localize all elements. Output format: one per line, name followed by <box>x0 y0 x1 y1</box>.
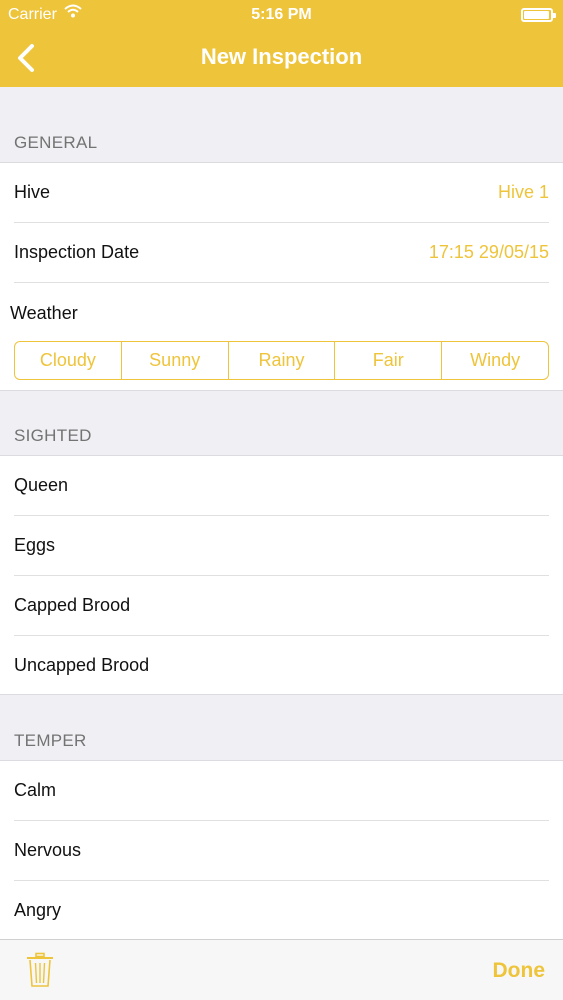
section-header-sighted: SIGHTED <box>14 426 92 445</box>
section-header-general: GENERAL <box>14 133 98 152</box>
sighted-item-uncapped-brood[interactable]: Uncapped Brood <box>0 636 563 696</box>
list-item-label: Uncapped Brood <box>14 655 150 675</box>
delete-button[interactable] <box>26 952 54 988</box>
list-item-label: Angry <box>14 900 62 920</box>
hive-label: Hive <box>14 182 51 202</box>
weather-option-rainy[interactable]: Rainy <box>227 342 335 379</box>
temper-item-angry[interactable]: Angry <box>0 881 563 941</box>
weather-label: Weather <box>10 303 78 323</box>
list-item-label: Nervous <box>14 840 82 860</box>
section-header-temper: TEMPER <box>14 731 87 750</box>
trash-icon <box>27 952 53 987</box>
inspection-date-value: 17:15 29/05/15 <box>428 242 549 262</box>
sighted-item-queen[interactable]: Queen <box>0 456 563 516</box>
status-time: 5:16 PM <box>251 6 312 23</box>
weather-option-windy[interactable]: Windy <box>441 342 548 379</box>
sighted-group: Queen Eggs Capped Brood Uncapped Brood <box>0 455 563 695</box>
sighted-item-capped-brood[interactable]: Capped Brood <box>0 576 563 636</box>
page-title: New Inspection <box>200 44 363 69</box>
weather-option-sunny[interactable]: Sunny <box>120 342 228 379</box>
bottom-toolbar: Done <box>0 939 563 1000</box>
inspection-date-label: Inspection Date <box>14 242 140 262</box>
hive-value: Hive 1 <box>497 182 549 202</box>
status-bar: Carrier 5:16 PM <box>0 0 563 30</box>
battery-level <box>524 11 549 19</box>
done-button[interactable]: Done <box>493 959 546 983</box>
inspection-date-row[interactable]: Inspection Date 17:15 29/05/15 <box>0 223 563 283</box>
weather-row: Weather Cloudy Sunny Rainy Fair Windy <box>0 283 563 390</box>
general-group: Hive Hive 1 Inspection Date 17:15 29/05/… <box>0 162 563 391</box>
list-item-label: Capped Brood <box>14 595 131 615</box>
list-item-label: Calm <box>14 780 57 800</box>
battery-icon <box>521 8 556 22</box>
hive-row[interactable]: Hive Hive 1 <box>0 163 563 223</box>
navigation-bar: Carrier 5:16 PM New Inspection <box>0 0 563 87</box>
temper-item-calm[interactable]: Calm <box>0 761 563 821</box>
list-item-label: Queen <box>14 475 69 495</box>
temper-group: Calm Nervous Angry <box>0 760 563 942</box>
temper-item-nervous[interactable]: Nervous <box>0 821 563 881</box>
list-item-label: Eggs <box>14 535 56 555</box>
weather-option-fair[interactable]: Fair <box>334 342 441 379</box>
sighted-item-eggs[interactable]: Eggs <box>0 516 563 576</box>
weather-option-cloudy[interactable]: Cloudy <box>15 342 121 379</box>
weather-segmented-control: Cloudy Sunny Rainy Fair Windy <box>14 341 549 380</box>
